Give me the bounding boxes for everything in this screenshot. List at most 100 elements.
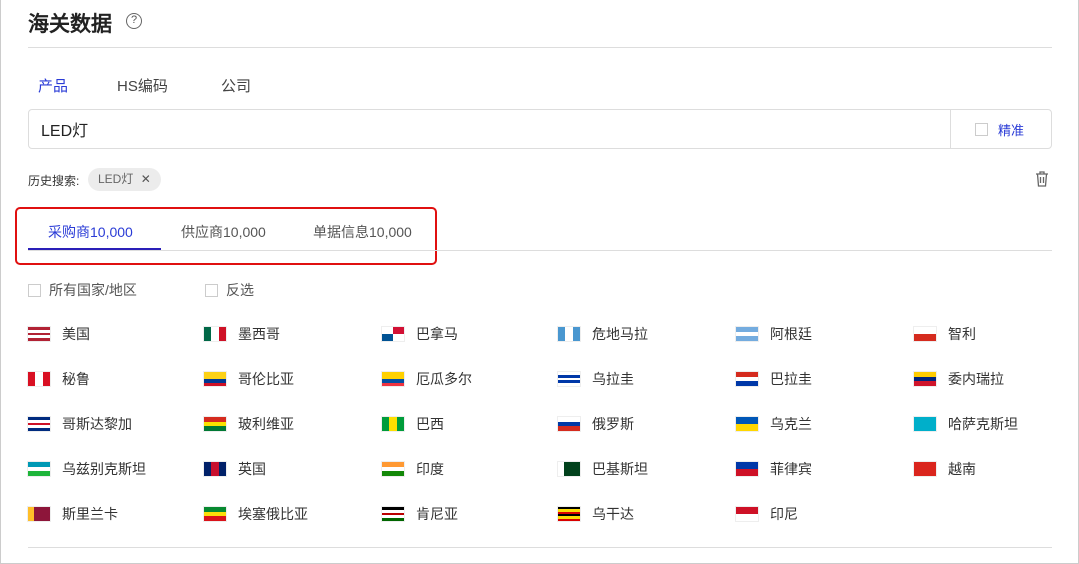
- country-item[interactable]: 哈萨克斯坦: [914, 414, 1018, 434]
- flag-icon: [382, 372, 404, 386]
- help-icon[interactable]: ?: [126, 13, 142, 29]
- flag-icon: [382, 327, 404, 341]
- country-item[interactable]: 智利: [914, 324, 976, 344]
- divider: [28, 547, 1052, 548]
- history-chip[interactable]: LED灯 ✕: [88, 168, 161, 191]
- tab-hs-code[interactable]: HS编码: [117, 75, 168, 96]
- flag-icon: [736, 507, 758, 521]
- country-name: 乌兹别克斯坦: [62, 461, 146, 477]
- flag-icon: [28, 327, 50, 341]
- country-name: 哈萨克斯坦: [948, 416, 1018, 432]
- country-item[interactable]: 肯尼亚: [382, 504, 458, 524]
- country-item[interactable]: 哥斯达黎加: [28, 414, 132, 434]
- flag-icon: [382, 462, 404, 476]
- country-item[interactable]: 美国: [28, 324, 90, 344]
- country-item[interactable]: 埃塞俄比亚: [204, 504, 308, 524]
- checkbox[interactable]: [205, 283, 218, 297]
- invert-selection[interactable]: 反选: [205, 280, 254, 300]
- country-name: 斯里兰卡: [62, 506, 118, 522]
- close-icon[interactable]: ✕: [141, 172, 151, 186]
- country-item[interactable]: 巴西: [382, 414, 444, 434]
- flag-icon: [204, 327, 226, 341]
- country-item[interactable]: 印度: [382, 459, 444, 479]
- country-name: 墨西哥: [238, 326, 280, 342]
- history-label: 历史搜索:: [28, 174, 80, 188]
- country-name: 美国: [62, 326, 90, 342]
- precise-label: 精准: [998, 123, 1025, 138]
- select-all-label: 所有国家/地区: [49, 282, 137, 298]
- country-item[interactable]: 越南: [914, 459, 976, 479]
- country-name: 印尼: [770, 506, 798, 522]
- divider: [28, 250, 1052, 251]
- country-item[interactable]: 乌拉圭: [558, 369, 634, 389]
- country-item[interactable]: 英国: [204, 459, 266, 479]
- country-name: 智利: [948, 326, 976, 342]
- flag-icon: [736, 372, 758, 386]
- precise-toggle[interactable]: 精准: [975, 120, 1024, 139]
- country-name: 菲律宾: [770, 461, 812, 477]
- country-item[interactable]: 巴拉圭: [736, 369, 812, 389]
- flag-icon: [382, 417, 404, 431]
- country-item[interactable]: 阿根廷: [736, 324, 812, 344]
- country-name: 巴拿马: [416, 326, 458, 342]
- flag-icon: [736, 417, 758, 431]
- country-name: 阿根廷: [770, 326, 812, 342]
- tab-product[interactable]: 产品: [38, 75, 68, 96]
- country-item[interactable]: 斯里兰卡: [28, 504, 118, 524]
- flag-icon: [558, 462, 580, 476]
- flag-icon: [914, 417, 936, 431]
- country-item[interactable]: 厄瓜多尔: [382, 369, 472, 389]
- country-name: 委内瑞拉: [948, 371, 1004, 387]
- flag-icon: [28, 372, 50, 386]
- country-item[interactable]: 危地马拉: [558, 324, 648, 344]
- flag-icon: [558, 507, 580, 521]
- flag-icon: [558, 372, 580, 386]
- country-item[interactable]: 委内瑞拉: [914, 369, 1004, 389]
- search-box: [28, 109, 1052, 149]
- flag-icon: [204, 417, 226, 431]
- country-name: 巴西: [416, 416, 444, 432]
- country-item[interactable]: 印尼: [736, 504, 798, 524]
- country-item[interactable]: 菲律宾: [736, 459, 812, 479]
- country-item[interactable]: 乌干达: [558, 504, 634, 524]
- country-item[interactable]: 墨西哥: [204, 324, 280, 344]
- select-all-countries[interactable]: 所有国家/地区: [28, 280, 137, 300]
- tab-documents[interactable]: 单据信息10,000: [313, 222, 412, 242]
- page-title: 海关数据: [28, 13, 112, 36]
- country-name: 乌拉圭: [592, 371, 634, 387]
- flag-icon: [914, 327, 936, 341]
- invert-label: 反选: [226, 282, 254, 298]
- country-name: 乌干达: [592, 506, 634, 522]
- flag-icon: [558, 327, 580, 341]
- flag-icon: [914, 372, 936, 386]
- country-name: 巴拉圭: [770, 371, 812, 387]
- country-name: 玻利维亚: [238, 416, 294, 432]
- country-item[interactable]: 乌兹别克斯坦: [28, 459, 146, 479]
- tab-company[interactable]: 公司: [221, 75, 251, 96]
- checkbox[interactable]: [28, 283, 41, 297]
- country-name: 埃塞俄比亚: [238, 506, 308, 522]
- history-chip-label: LED灯: [98, 172, 134, 186]
- flag-icon: [204, 507, 226, 521]
- flag-icon: [28, 417, 50, 431]
- country-item[interactable]: 巴拿马: [382, 324, 458, 344]
- country-name: 哥斯达黎加: [62, 416, 132, 432]
- country-name: 秘鲁: [62, 371, 90, 387]
- country-item[interactable]: 哥伦比亚: [204, 369, 294, 389]
- search-input[interactable]: [29, 110, 951, 148]
- country-name: 乌克兰: [770, 416, 812, 432]
- country-item[interactable]: 俄罗斯: [558, 414, 634, 434]
- flag-icon: [28, 507, 50, 521]
- flag-icon: [914, 462, 936, 476]
- country-item[interactable]: 巴基斯坦: [558, 459, 648, 479]
- tab-suppliers[interactable]: 供应商10,000: [181, 222, 266, 242]
- country-name: 哥伦比亚: [238, 371, 294, 387]
- precise-checkbox[interactable]: [975, 123, 988, 136]
- tab-buyers[interactable]: 采购商10,000: [48, 222, 133, 242]
- country-item[interactable]: 秘鲁: [28, 369, 90, 389]
- country-item[interactable]: 乌克兰: [736, 414, 812, 434]
- trash-icon[interactable]: [1035, 171, 1049, 187]
- country-name: 英国: [238, 461, 266, 477]
- country-item[interactable]: 玻利维亚: [204, 414, 294, 434]
- flag-icon: [736, 462, 758, 476]
